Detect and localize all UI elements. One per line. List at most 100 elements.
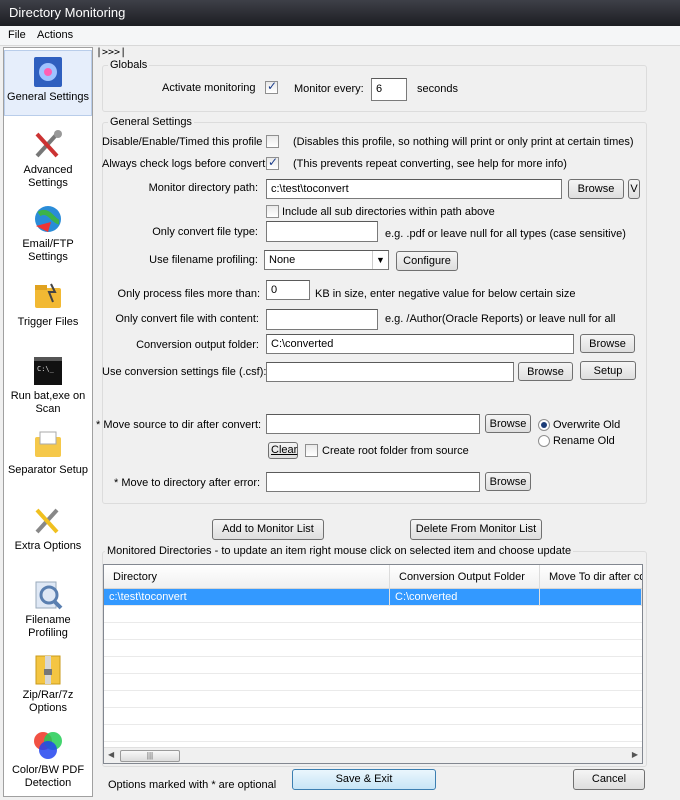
scroll-left-icon[interactable]: ◀ (108, 750, 114, 759)
include-subdirs-checkbox[interactable] (266, 205, 279, 218)
create-root-folder-label: Create root folder from source (322, 445, 469, 457)
table-row-empty (104, 708, 642, 725)
setup-csf-button[interactable]: Setup (580, 361, 636, 380)
sidebar-item-run-bat-exe[interactable]: C:\_ Run bat,exe on Scan (4, 350, 92, 416)
disable-profile-note: (Disables this profile, so nothing will … (293, 136, 634, 148)
table-row-empty (104, 657, 642, 674)
sidebar-item-label: Separator Setup (7, 464, 89, 476)
svg-text:C:\_: C:\_ (37, 365, 55, 373)
sidebar-item-label: Color/BW PDF Detection (11, 764, 85, 789)
menu-bar: File Actions (0, 26, 680, 46)
monitored-directories-table[interactable]: Directory Conversion Output Folder Move … (103, 564, 643, 764)
csf-label: Use conversion settings file (.csf): (102, 366, 267, 378)
min-size-note: KB in size, enter negative value for bel… (315, 288, 576, 300)
file-type-note: e.g. .pdf or leave null for all types (c… (385, 228, 626, 240)
monitor-path-input[interactable]: c:\test\toconvert (266, 179, 562, 199)
add-to-monitor-list-button[interactable]: Add to Monitor List (212, 519, 324, 540)
filename-profiling-label: Use filename profiling: (149, 254, 258, 266)
magnifier-icon (35, 581, 63, 610)
save-and-exit-button[interactable]: Save & Exit (292, 769, 436, 790)
delete-from-monitor-list-button[interactable]: Delete From Monitor List (410, 519, 542, 540)
table-row[interactable]: c:\test\toconvert C:\converted (104, 589, 642, 606)
rename-old-label: Rename Old (553, 435, 615, 447)
browse-move-source-button[interactable]: Browse (485, 414, 531, 433)
seconds-label: seconds (417, 83, 458, 95)
sidebar-item-filename-profiling[interactable]: Filename Profiling (4, 574, 92, 640)
menu-actions[interactable]: Actions (37, 29, 73, 41)
clear-button[interactable]: Clear (268, 442, 298, 459)
terminal-icon: C:\_ (34, 357, 62, 385)
view-path-button[interactable]: V (628, 179, 640, 199)
file-type-label: Only convert file type: (152, 226, 258, 238)
min-size-label: Only process files more than: (117, 288, 260, 300)
sidebar-item-extra-options[interactable]: Extra Options (4, 500, 92, 556)
overwrite-old-label: Overwrite Old (553, 419, 621, 431)
cancel-button[interactable]: Cancel (573, 769, 645, 790)
activate-monitoring-checkbox[interactable] (265, 79, 278, 94)
file-type-input[interactable] (266, 221, 378, 242)
table-header: Directory Conversion Output Folder Move … (104, 565, 642, 589)
chevron-down-icon: ▼ (372, 251, 388, 269)
browse-csf-button[interactable]: Browse (518, 362, 573, 381)
sidebar-item-email-ftp-settings[interactable]: Email/FTP Settings (4, 198, 92, 264)
content-filter-input[interactable] (266, 309, 378, 330)
collapse-sidebar-toggle[interactable]: |>>>| (96, 47, 126, 58)
move-error-input[interactable] (266, 472, 480, 492)
filename-profiling-select[interactable]: None ▼ (264, 250, 389, 270)
table-row-empty (104, 606, 642, 623)
sidebar-item-trigger-files[interactable]: Trigger Files (4, 276, 92, 332)
table-row-empty (104, 623, 642, 640)
output-folder-label: Conversion output folder: (136, 339, 259, 351)
table-cell-move-to (540, 589, 642, 606)
move-error-label: * Move to directory after error: (114, 477, 261, 489)
create-root-folder-checkbox[interactable] (305, 444, 318, 457)
sidebar-item-label: General Settings (7, 91, 89, 103)
menu-file[interactable]: File (8, 29, 26, 41)
configure-button[interactable]: Configure (396, 251, 458, 271)
check-logs-label: Always check logs before convert (102, 158, 266, 170)
table-row-empty (104, 674, 642, 691)
column-header-output-folder[interactable]: Conversion Output Folder (390, 565, 540, 589)
title-bar: Directory Monitoring (0, 0, 680, 26)
table-cell-output-folder: C:\converted (390, 589, 540, 606)
check-logs-checkbox[interactable] (266, 155, 279, 170)
rename-old-radio[interactable] (538, 435, 550, 447)
sidebar-item-general-settings[interactable]: General Settings (4, 50, 92, 116)
monitor-interval-input[interactable]: 6 (371, 78, 407, 101)
output-folder-input[interactable]: C:\converted (266, 334, 574, 354)
disable-profile-checkbox[interactable] (266, 135, 279, 148)
sidebar-item-label: Advanced Settings (23, 164, 73, 189)
color-wheel-icon (34, 732, 62, 759)
tools-icon (35, 130, 62, 158)
horizontal-scrollbar[interactable]: ◀ ||| ▶ (104, 747, 642, 763)
min-size-input[interactable]: 0 (266, 280, 310, 300)
browse-output-folder-button[interactable]: Browse (580, 334, 635, 353)
sidebar-item-label: Zip/Rar/7z Options (22, 689, 74, 714)
activate-monitoring-label: Activate monitoring (162, 82, 256, 94)
overwrite-old-radio[interactable] (538, 419, 550, 431)
separator-icon (35, 431, 61, 457)
column-header-move-to[interactable]: Move To dir after convert (540, 565, 642, 589)
sidebar-item-advanced-settings[interactable]: Advanced Settings (4, 124, 92, 190)
table-row-empty (104, 691, 642, 708)
check-logs-note: (This prevents repeat converting, see he… (293, 158, 567, 170)
window-title: Directory Monitoring (9, 5, 126, 20)
sidebar-item-color-bw-pdf-detection[interactable]: Color/BW PDF Detection (4, 724, 92, 790)
csf-input[interactable] (266, 362, 514, 382)
sidebar-item-label: Extra Options (14, 540, 82, 552)
monitor-every-label: Monitor every: (294, 83, 364, 95)
sidebar-item-separator-setup[interactable]: Separator Setup (4, 424, 92, 490)
browse-monitor-path-button[interactable]: Browse (568, 179, 624, 199)
table-row-empty (104, 640, 642, 657)
column-header-directory[interactable]: Directory (104, 565, 390, 589)
browse-move-error-button[interactable]: Browse (485, 472, 531, 491)
sidebar-item-label: Filename Profiling (25, 614, 71, 639)
globals-title: Globals (108, 59, 150, 71)
scroll-right-icon[interactable]: ▶ (632, 750, 638, 759)
scrollbar-thumb[interactable]: ||| (120, 750, 180, 762)
directory-monitoring-window: Directory Monitoring File Actions Genera… (0, 0, 680, 800)
trigger-files-icon (35, 283, 61, 308)
sidebar-item-archive-options[interactable]: Zip/Rar/7z Options (4, 649, 92, 715)
move-source-input[interactable] (266, 414, 480, 434)
settings-sidebar: General Settings Advanced Settings Email… (3, 47, 93, 797)
